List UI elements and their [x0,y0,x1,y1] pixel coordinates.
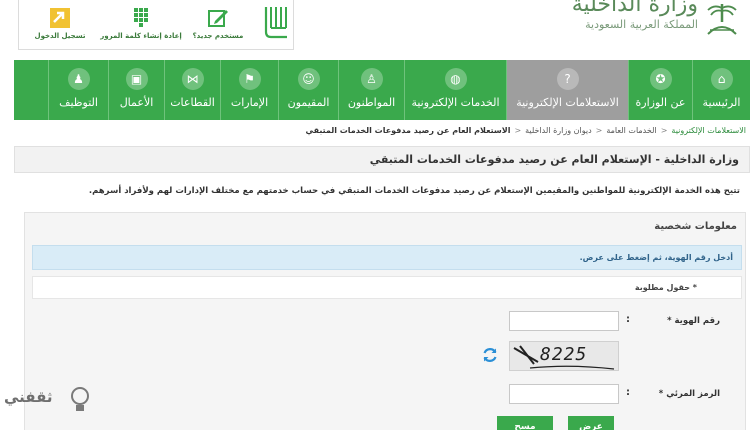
nav-home[interactable]: ⌂ الرئيسية [692,60,750,120]
login-label: تسجيل الدخول [34,32,86,40]
refresh-captcha-icon[interactable] [481,346,499,364]
captcha-image: 8225 [509,341,619,371]
breadcrumb-separator: < [595,126,603,135]
group-icon: ♟ [67,68,90,90]
nav-citizens-label: المواطنون [347,96,396,109]
site-header: وزارة الداخلية المملكة العربية السعودية … [0,0,750,58]
nav-e-inquiries[interactable]: ? الاستعلامات الإلكترونية [506,60,628,120]
nav-employment[interactable]: ♟ التوظيف [48,60,108,120]
page-title-bar: وزارة الداخلية - الإستعلام العام عن رصيد… [14,146,750,173]
globe-icon: ◍ [444,68,467,90]
breadcrumb: الاستعلامات الإلكترونية<الخدمات العامة<د… [240,126,746,140]
nav-emirates-label: الإمارات [230,96,269,109]
watermark-text: ثقفني [4,388,53,406]
captcha-text: 8225 [540,344,588,365]
captcha-colon: : [626,387,630,398]
required-fields-box: * حقول مطلوبة [32,276,742,299]
nav-emirates[interactable]: ⚑ الإمارات [220,60,278,120]
nav-about[interactable]: ✪ عن الوزارة [628,60,692,120]
captcha-input[interactable] [509,384,619,404]
emblem-icon: ✪ [649,68,672,90]
reset-password-link[interactable]: إعادة إنشاء كلمة المرور [99,6,183,46]
nav-e-inquiries-label: الاستعلامات الإلكترونية [516,96,619,109]
new-user-link[interactable]: مستخدم جديد؟ [179,6,257,46]
nav-about-label: عن الوزارة [635,96,686,109]
palm-swords-emblem-icon [707,4,737,35]
breadcrumb-current: الاستعلام العام عن رصيد مدفوعات الخدمات … [305,126,511,135]
residents-icon: ☺ [297,68,320,90]
nav-sectors[interactable]: ⋈ القطاعات [164,60,220,120]
required-fields-note: * حقول مطلوبة [634,283,697,292]
info-alert: أدخل رقم الهوية، ثم إضغط على عرض. [32,245,742,270]
info-message: أدخل رقم الهوية، ثم إضغط على عرض. [579,253,733,262]
nav-residents[interactable]: ☺ المقيمون [278,60,338,120]
panel-title: معلومات شخصية [654,221,737,232]
share-icon: ⋈ [181,68,204,90]
submit-button[interactable]: عرض [568,416,614,430]
site-watermark: ثقفني [0,380,100,424]
nav-citizens[interactable]: ♙ المواطنون [338,60,404,120]
country-name: المملكة العربية السعودية [585,18,698,31]
reset-password-label: إعادة إنشاء كلمة المرور [100,32,182,40]
flag-icon: ⚑ [238,68,261,90]
breadcrumb-ministry-office[interactable]: ديوان وزارة الداخلية [525,126,592,135]
password-keypad-icon [134,8,148,27]
login-arrow-icon [50,8,70,28]
clear-button[interactable]: مسح [497,416,553,430]
ministry-title: وزارة الداخلية [571,0,698,17]
breadcrumb-e-inquiries[interactable]: الاستعلامات الإلكترونية [671,126,746,135]
id-number-input[interactable] [509,311,619,331]
edit-icon [208,10,228,27]
nav-e-services[interactable]: ◍ الخدمات الإلكترونية [404,60,506,120]
absher-logo-icon[interactable] [263,4,289,40]
id-colon: : [626,314,630,325]
lightbulb-icon [71,387,89,411]
nav-e-services-label: الخدمات الإلكترونية [411,96,500,109]
quick-links-box: مستخدم جديد؟ إعادة إنشاء كلمة المرور تسج… [18,0,294,50]
breadcrumb-public-services[interactable]: الخدمات العامة [606,126,656,135]
login-link[interactable]: تسجيل الدخول [25,6,95,46]
page-title: وزارة الداخلية - الإستعلام العام عن رصيد… [369,153,739,166]
nav-residents-label: المقيمون [287,96,330,109]
nav-business[interactable]: ▣ الأعمال [108,60,164,120]
main-nav: ⌂ الرئيسية ✪ عن الوزارة ? الاستعلامات ال… [14,60,750,120]
nav-sectors-label: القطاعات [170,96,215,109]
id-number-label: رقم الهوية * [667,316,720,326]
captcha-label: الرمز المرئي * [658,389,720,399]
ministry-logo[interactable]: وزارة الداخلية المملكة العربية السعودية [570,0,750,50]
nav-home-label: الرئيسية [702,96,741,109]
nav-employment-label: التوظيف [59,96,98,109]
breadcrumb-separator: < [660,126,668,135]
service-description: تتيح هذه الخدمة الإلكترونية للمواطنين وا… [88,186,740,196]
inquiry-icon: ? [556,68,579,90]
new-user-label: مستخدم جديد؟ [192,32,244,40]
home-icon: ⌂ [710,68,733,90]
briefcase-icon: ▣ [125,68,148,90]
breadcrumb-separator: < [514,126,522,135]
nav-business-label: الأعمال [119,96,154,109]
citizen-icon: ♙ [360,68,383,90]
